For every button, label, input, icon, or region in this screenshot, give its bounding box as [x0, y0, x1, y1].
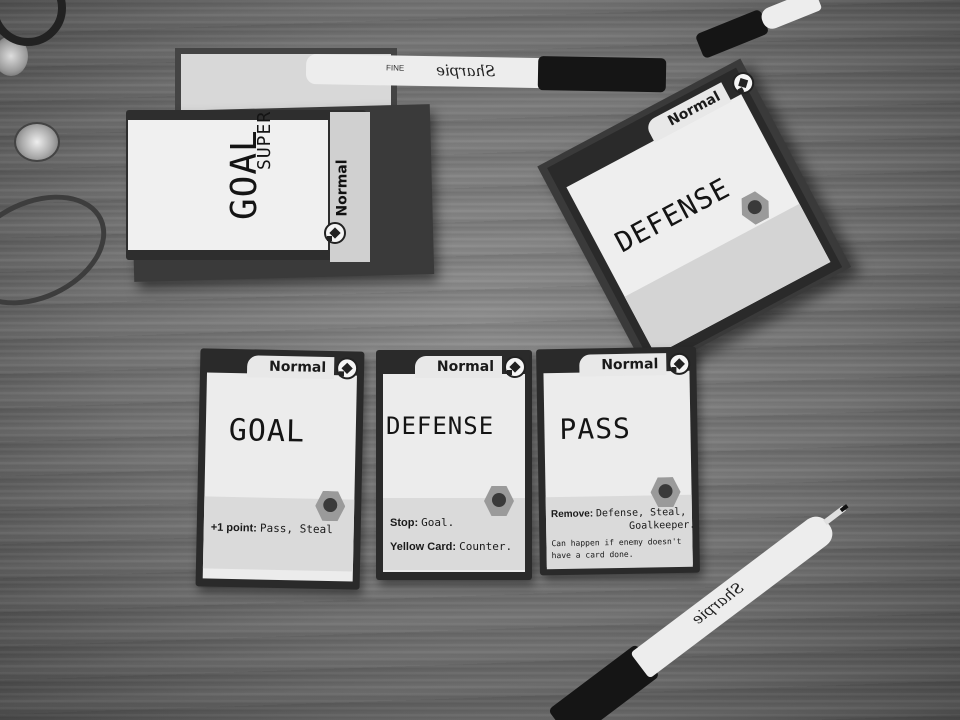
defense-card-rule-yellow: Yellow Card: Counter.: [390, 540, 512, 553]
deck-top-right: Normal DEFENSE: [537, 58, 863, 380]
defense-normal-tab: Normal: [414, 356, 502, 378]
pass-card-rule-line2: Goalkeeper.: [629, 519, 695, 532]
defense-card-rule-stop: Stop: Goal.: [390, 516, 454, 529]
defense-card-title: DEFENSE: [386, 412, 495, 440]
pass-card-title: PASS: [559, 411, 632, 447]
rule-value: Counter.: [459, 540, 513, 553]
top-left-title-goal: GOAL: [224, 129, 265, 220]
photo-scene: Normal SUPER GOAL Sharpie FINE Normal DE…: [0, 0, 960, 720]
note-text: have a card done.: [551, 549, 634, 561]
pass-card-note-2: have a card done.: [552, 548, 634, 561]
marker-top-tag: FINE: [386, 63, 405, 73]
rule-key: Remove:: [550, 508, 594, 521]
rule-value: Goalkeeper.: [629, 519, 696, 532]
rule-key: Stop:: [390, 517, 419, 529]
marker-top-logo: Sharpie: [435, 61, 496, 81]
dark-object-corner: [0, 0, 66, 46]
soccer-ball-icon: [324, 222, 346, 244]
card-pass[interactable]: Normal PASS Remove: Defense, Steal, Goal…: [536, 346, 700, 576]
rule-value: Pass, Steal: [259, 521, 333, 537]
rule-value: Defense, Steal,: [595, 506, 687, 520]
top-left-normal-tab: Normal: [334, 159, 351, 217]
card-goal[interactable]: Normal GOAL +1 point: Pass, Steal: [195, 348, 365, 590]
goal-card-rule: +1 point: Pass, Steal: [211, 521, 333, 537]
rule-key: Yellow Card:: [390, 541, 457, 553]
soccer-ball-icon: [504, 356, 526, 378]
rule-key: +1 point:: [210, 521, 258, 535]
marker-top-right: [694, 0, 823, 61]
card-defense[interactable]: Normal DEFENSE Stop: Goal. Yellow Card: …: [376, 350, 532, 580]
note-text: Can happen if enemy doesn't: [551, 536, 682, 549]
coin-left: [14, 122, 60, 162]
rule-value: Goal.: [421, 516, 455, 529]
rubber-band: [0, 172, 125, 328]
pass-normal-tab: Normal: [579, 353, 667, 377]
marker-top: Sharpie FINE: [305, 54, 667, 96]
goal-normal-tab: Normal: [246, 355, 335, 380]
goal-card-title: GOAL: [228, 412, 306, 450]
